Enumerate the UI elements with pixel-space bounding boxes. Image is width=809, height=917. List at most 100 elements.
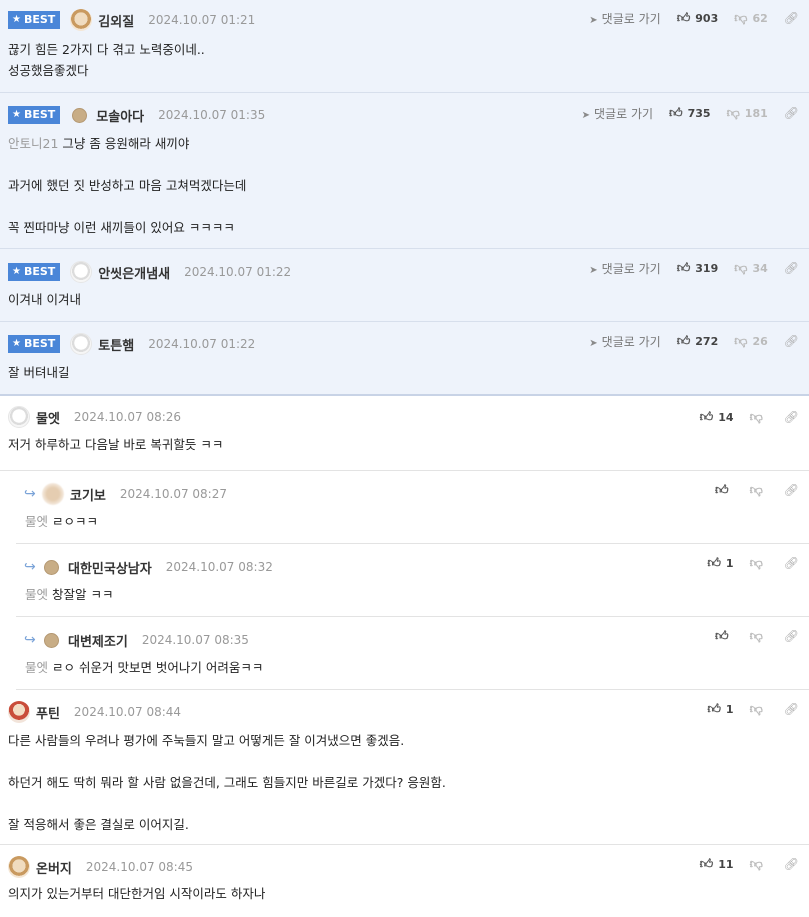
send-icon: ➤ xyxy=(589,14,598,26)
avatar[interactable] xyxy=(72,107,88,123)
downvote-button[interactable]: 👎︎ xyxy=(750,556,768,571)
thumbs-down-icon: 👎︎ xyxy=(749,482,763,498)
link-icon[interactable]: 🔗︎ xyxy=(784,702,799,716)
avatar[interactable] xyxy=(8,701,30,723)
mention-user[interactable]: 안토니21 xyxy=(8,136,58,151)
upvote-count: 903 xyxy=(695,11,719,25)
timestamp: 2024.10.07 08:44 xyxy=(73,705,182,719)
star-icon: ★ xyxy=(12,338,21,349)
avatar[interactable] xyxy=(42,483,64,505)
downvote-button[interactable]: 👎︎ 62 xyxy=(734,11,768,26)
comment-header: 물엣 2024.10.07 08:26 xyxy=(8,405,181,429)
goto-label: 댓글로 가기 xyxy=(601,11,661,26)
best-comment: ★ BEST 토튼햄 2024.10.07 01:22 ➤ 댓글로 가기 👍︎ 272… xyxy=(0,322,809,396)
upvote-button[interactable]: 👍︎ 735 xyxy=(669,106,711,121)
link-icon[interactable]: 🔗︎ xyxy=(784,483,799,497)
nickname[interactable]: 안씻은개냄새 xyxy=(98,263,170,282)
comment-body: 이겨내 이겨내 xyxy=(8,289,797,310)
nickname[interactable]: 대한민국상남자 xyxy=(68,558,152,577)
upvote-count: 14 xyxy=(718,410,734,424)
avatar[interactable] xyxy=(70,333,93,355)
downvote-count: 181 xyxy=(744,106,768,120)
best-badge: ★ BEST xyxy=(8,106,61,124)
upvote-button[interactable]: 👍︎ 11 xyxy=(700,857,734,872)
avatar[interactable] xyxy=(8,406,30,428)
goto-label: 댓글로 가기 xyxy=(594,106,654,121)
mention-user[interactable]: 물엣 xyxy=(25,660,48,675)
upvote-button[interactable]: 👍︎ 1 xyxy=(707,702,733,717)
link-icon[interactable]: 🔗︎ xyxy=(784,334,799,348)
comment-body: 끊기 힘든 2가지 다 겪고 노력중이네.. 성공했음좋겠다 xyxy=(8,39,797,81)
avatar[interactable] xyxy=(70,9,93,31)
goto-comment-link[interactable]: ➤ 댓글로 가기 xyxy=(589,10,660,27)
upvote-button[interactable]: 👍︎ 319 xyxy=(677,261,719,276)
nickname[interactable]: 대변제조기 xyxy=(68,631,128,650)
goto-comment-link[interactable]: ➤ 댓글로 가기 xyxy=(589,260,660,277)
link-icon[interactable]: 🔗︎ xyxy=(784,410,799,424)
upvote-button[interactable]: 👍︎ 14 xyxy=(700,410,734,425)
goto-comment-link[interactable]: ➤ 댓글로 가기 xyxy=(589,333,660,350)
upvote-button[interactable]: 👍︎ 1 xyxy=(707,556,733,571)
link-icon[interactable]: 🔗︎ xyxy=(784,556,799,570)
timestamp: 2024.10.07 01:22 xyxy=(184,265,292,279)
goto-comment-link[interactable]: ➤ 댓글로 가기 xyxy=(582,105,653,122)
comment-header: ↪ 코기보 2024.10.07 08:27 xyxy=(24,482,227,506)
comment: 푸틴 2024.10.07 08:44 👍︎ 1 👎︎ 🔗︎ 다른 사람들의 우려… xyxy=(0,690,809,845)
upvote-button[interactable]: 👍︎ 272 xyxy=(677,334,719,349)
send-icon: ➤ xyxy=(589,337,598,349)
nickname[interactable]: 코기보 xyxy=(70,485,106,504)
timestamp: 2024.10.07 08:26 xyxy=(73,410,182,424)
thumbs-down-icon: 👎︎ xyxy=(749,555,763,571)
thumbs-down-icon: 👎︎ xyxy=(734,10,748,26)
upvote-button[interactable]: 👍︎ 903 xyxy=(677,11,719,26)
nickname[interactable]: 모솔아다 xyxy=(96,106,144,125)
avatar[interactable] xyxy=(70,261,93,283)
best-badge: ★ BEST xyxy=(8,335,61,353)
upvote-button[interactable]: 👍︎ xyxy=(715,629,734,644)
avatar[interactable] xyxy=(8,856,30,878)
downvote-button[interactable]: 👎︎ xyxy=(750,857,768,872)
thumbs-down-icon: 👎︎ xyxy=(749,701,763,717)
downvote-button[interactable]: 👎︎ 181 xyxy=(727,106,768,121)
comment-actions: ➤ 댓글로 가기 👍︎ 903 👎︎ 62 🔗︎ xyxy=(589,8,799,28)
upvote-button[interactable]: 👍︎ xyxy=(715,483,734,498)
link-icon[interactable]: 🔗︎ xyxy=(784,11,799,25)
comment-line: 다른 사람들의 우려나 평가에 주눅들지 말고 어떻게든 잘 이겨냈으면 좋겠음… xyxy=(8,733,405,748)
comment-header: ↪ 대한민국상남자 2024.10.07 08:32 xyxy=(24,555,273,579)
avatar[interactable] xyxy=(44,559,59,575)
upvote-count: 319 xyxy=(695,261,719,275)
comment-header: 푸틴 2024.10.07 08:44 xyxy=(8,700,181,724)
comment-line: 의지가 있는거부터 대단한거임 시작이라도 하자나 xyxy=(8,886,266,901)
best-comment: ★ BEST 안씻은개냄새 2024.10.07 01:22 ➤ 댓글로 가기 👍︎… xyxy=(0,249,809,322)
mention-user[interactable]: 물엣 xyxy=(25,587,48,602)
comment-actions: 👍︎ 1 👎︎ 🔗︎ xyxy=(707,699,799,719)
downvote-button[interactable]: 👎︎ xyxy=(750,483,768,498)
nickname[interactable]: 김외질 xyxy=(98,11,134,30)
downvote-button[interactable]: 👎︎ 26 xyxy=(734,334,768,349)
timestamp: 2024.10.07 01:22 xyxy=(148,337,256,351)
downvote-button[interactable]: 👎︎ xyxy=(750,702,768,717)
downvote-button[interactable]: 👎︎ xyxy=(750,410,768,425)
thumbs-up-icon: 👍︎ xyxy=(714,482,729,498)
mention-user[interactable]: 물엣 xyxy=(25,514,48,529)
link-icon[interactable]: 🔗︎ xyxy=(784,261,799,275)
thumbs-up-icon: 👍︎ xyxy=(707,701,721,717)
best-comment: ★ BEST 김외질 2024.10.07 01:21 ➤ 댓글로 가기 👍︎ 903… xyxy=(0,0,809,93)
best-badge: ★ BEST xyxy=(8,263,61,281)
downvote-button[interactable]: 👎︎ xyxy=(750,629,768,644)
nickname[interactable]: 온버지 xyxy=(36,858,72,877)
comment-line: 창잘알 ㅋㅋ xyxy=(52,587,114,602)
downvote-button[interactable]: 👎︎ 34 xyxy=(734,261,768,276)
link-icon[interactable]: 🔗︎ xyxy=(784,629,799,643)
best-comment: ★ BEST 모솔아다 2024.10.07 01:35 ➤ 댓글로 가기 👍︎ 73… xyxy=(0,93,809,249)
avatar[interactable] xyxy=(44,632,59,648)
link-icon[interactable]: 🔗︎ xyxy=(784,106,799,120)
nickname[interactable]: 물엣 xyxy=(36,408,60,427)
link-icon[interactable]: 🔗︎ xyxy=(784,857,799,871)
nickname[interactable]: 토튼햄 xyxy=(98,335,134,354)
comment-body: 다른 사람들의 우려나 평가에 주눅들지 말고 어떻게든 잘 이겨냈으면 좋겠음… xyxy=(8,730,797,835)
comment-actions: ➤ 댓글로 가기 👍︎ 319 👎︎ 34 🔗︎ xyxy=(589,258,799,278)
thumbs-up-icon: 👍︎ xyxy=(707,555,721,571)
timestamp: 2024.10.07 08:45 xyxy=(85,860,193,874)
nickname[interactable]: 푸틴 xyxy=(36,703,60,722)
